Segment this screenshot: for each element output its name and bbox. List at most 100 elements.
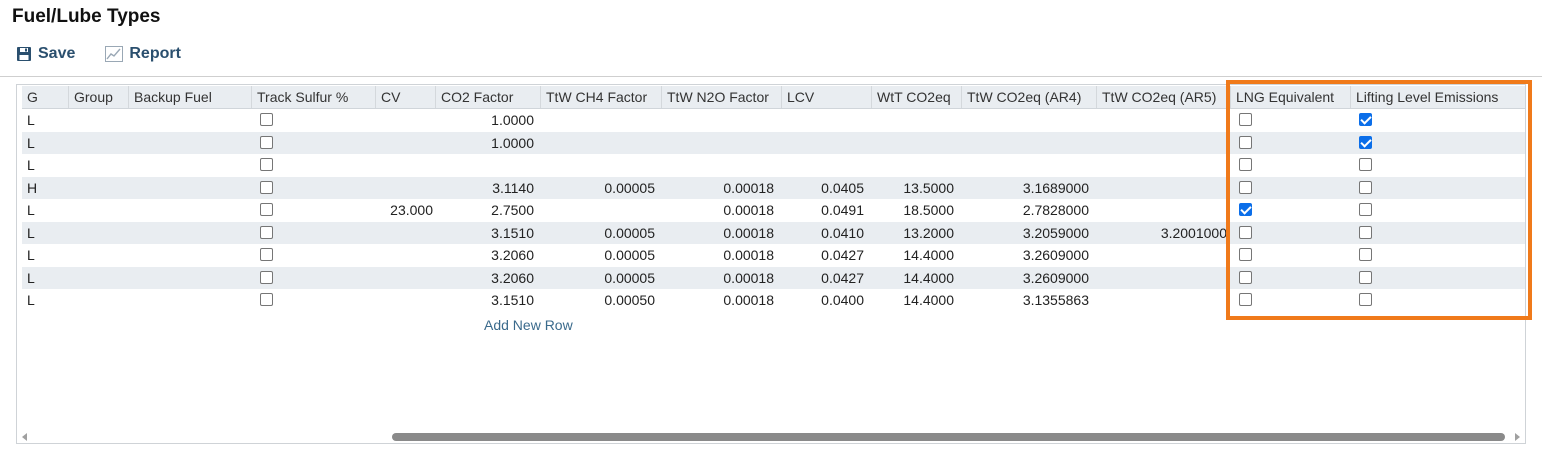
track-sulfur-checkbox[interactable] [260,203,273,216]
column-header-ttw-n2o-factor[interactable]: TtW N2O Factor [662,86,782,108]
cell-backup-fuel[interactable] [134,244,252,266]
cell-lcv[interactable]: 0.0427 [782,244,864,266]
cell-wtt-co2eq[interactable]: 14.4000 [872,244,954,266]
table-row[interactable]: L 1.0000 [22,131,1525,154]
lifting-level-emissions-checkbox[interactable] [1359,203,1372,216]
cell-lcv[interactable]: 0.0491 [782,199,864,221]
cell-g[interactable]: L [27,244,67,266]
cell-group[interactable] [74,132,129,154]
cell-ttw-ch4-factor[interactable]: 0.00050 [541,289,655,311]
cell-ttw-n2o-factor[interactable] [662,132,774,154]
table-row[interactable]: L [22,154,1525,177]
cell-lcv[interactable] [782,109,864,131]
cell-co2-factor[interactable]: 3.2060 [436,267,534,289]
cell-lcv[interactable]: 0.0400 [782,289,864,311]
cell-ttw-ch4-factor[interactable]: 0.00005 [541,222,655,244]
lng-equivalent-checkbox[interactable] [1239,293,1252,306]
cell-g[interactable]: L [27,289,67,311]
cell-backup-fuel[interactable] [134,154,252,176]
cell-co2-factor[interactable]: 3.2060 [436,244,534,266]
cell-ttw-n2o-factor[interactable] [662,109,774,131]
cell-ttw-ch4-factor[interactable]: 0.00005 [541,177,655,199]
cell-ttw-co2eq-ar5[interactable] [1097,267,1227,289]
cell-backup-fuel[interactable] [134,222,252,244]
cell-cv[interactable] [376,267,433,289]
lifting-level-emissions-checkbox[interactable] [1359,158,1372,171]
cell-ttw-ch4-factor[interactable]: 0.00005 [541,267,655,289]
cell-co2-factor[interactable]: 2.7500 [436,199,534,221]
lng-equivalent-checkbox[interactable] [1239,203,1252,216]
cell-group[interactable] [74,289,129,311]
track-sulfur-checkbox[interactable] [260,225,273,239]
cell-ttw-co2eq-ar5[interactable]: 3.2001000 [1097,222,1227,244]
cell-g[interactable]: L [27,132,67,154]
track-sulfur-checkbox[interactable] [260,270,273,284]
lng-equivalent-checkbox[interactable] [1239,225,1252,239]
track-sulfur-checkbox[interactable] [260,135,273,149]
cell-ttw-ch4-factor[interactable] [541,132,655,154]
column-header-ttw-co2eq-ar5[interactable]: TtW CO2eq (AR5) [1097,86,1231,108]
horizontal-scrollbar[interactable] [17,429,1525,443]
lng-equivalent-checkbox[interactable] [1239,248,1252,261]
cell-ttw-ch4-factor[interactable] [541,109,655,131]
cell-ttw-co2eq-ar4[interactable]: 3.2609000 [962,267,1089,289]
cell-ttw-co2eq-ar4[interactable]: 3.1689000 [962,177,1089,199]
track-sulfur-checkbox[interactable] [260,293,273,306]
cell-g[interactable]: L [27,154,67,176]
cell-ttw-n2o-factor[interactable]: 0.00018 [662,244,774,266]
column-header-wtt-co2eq[interactable]: WtT CO2eq [872,86,962,108]
column-header-cv[interactable]: CV [376,86,436,108]
cell-g[interactable]: L [27,199,67,221]
lng-equivalent-checkbox[interactable] [1239,158,1252,171]
cell-cv[interactable] [376,244,433,266]
table-row[interactable]: L 23.000 2.7500 0.00018 0.0491 18.5000 2.78280… [22,199,1525,222]
cell-cv[interactable] [376,154,433,176]
cell-co2-factor[interactable]: 1.0000 [436,132,534,154]
lifting-level-emissions-checkbox[interactable] [1359,180,1372,194]
track-sulfur-checkbox[interactable] [260,248,273,261]
lng-equivalent-checkbox[interactable] [1239,113,1252,126]
cell-group[interactable] [74,199,129,221]
add-new-row-link[interactable]: Add New Row [484,317,573,333]
cell-ttw-co2eq-ar4[interactable] [962,154,1089,176]
cell-ttw-n2o-factor[interactable]: 0.00018 [662,177,774,199]
cell-g[interactable]: L [27,109,67,131]
cell-ttw-co2eq-ar4[interactable]: 2.7828000 [962,199,1089,221]
cell-ttw-co2eq-ar5[interactable] [1097,132,1227,154]
table-row[interactable]: H 3.1140 0.00005 0.00018 0.0405 13.5000 3.1689… [22,176,1525,199]
lifting-level-emissions-checkbox[interactable] [1359,293,1372,306]
cell-lcv[interactable]: 0.0410 [782,222,864,244]
scroll-right-arrow-icon[interactable] [1515,433,1520,441]
cell-ttw-n2o-factor[interactable]: 0.00018 [662,199,774,221]
cell-wtt-co2eq[interactable] [872,154,954,176]
cell-backup-fuel[interactable] [134,177,252,199]
cell-ttw-co2eq-ar4[interactable]: 3.2059000 [962,222,1089,244]
column-header-backup-fuel[interactable]: Backup Fuel [129,86,252,108]
cell-group[interactable] [74,267,129,289]
cell-ttw-n2o-factor[interactable]: 0.00018 [662,289,774,311]
table-row[interactable]: L 1.0000 [22,109,1525,132]
cell-cv[interactable] [376,177,433,199]
save-button[interactable]: Save [16,45,75,63]
cell-co2-factor[interactable]: 3.1140 [436,177,534,199]
cell-lcv[interactable]: 0.0427 [782,267,864,289]
cell-lcv[interactable] [782,154,864,176]
lifting-level-emissions-checkbox[interactable] [1359,225,1372,239]
cell-wtt-co2eq[interactable] [872,132,954,154]
cell-group[interactable] [74,154,129,176]
scrollbar-thumb[interactable] [392,433,1505,441]
cell-co2-factor[interactable]: 3.1510 [436,289,534,311]
cell-ttw-n2o-factor[interactable]: 0.00018 [662,267,774,289]
cell-ttw-co2eq-ar4[interactable]: 3.1355863 [962,289,1089,311]
cell-wtt-co2eq[interactable]: 13.5000 [872,177,954,199]
table-row[interactable]: L 3.1510 0.00005 0.00018 0.0410 13.2000 3.2059… [22,221,1525,244]
cell-co2-factor[interactable] [436,154,534,176]
track-sulfur-checkbox[interactable] [260,158,273,171]
cell-backup-fuel[interactable] [134,267,252,289]
cell-ttw-co2eq-ar5[interactable] [1097,109,1227,131]
cell-ttw-co2eq-ar5[interactable] [1097,289,1227,311]
cell-wtt-co2eq[interactable] [872,109,954,131]
lifting-level-emissions-checkbox[interactable] [1359,113,1372,126]
cell-ttw-co2eq-ar5[interactable] [1097,199,1227,221]
column-header-lifting-level-emissions[interactable]: Lifting Level Emissions [1351,86,1525,108]
